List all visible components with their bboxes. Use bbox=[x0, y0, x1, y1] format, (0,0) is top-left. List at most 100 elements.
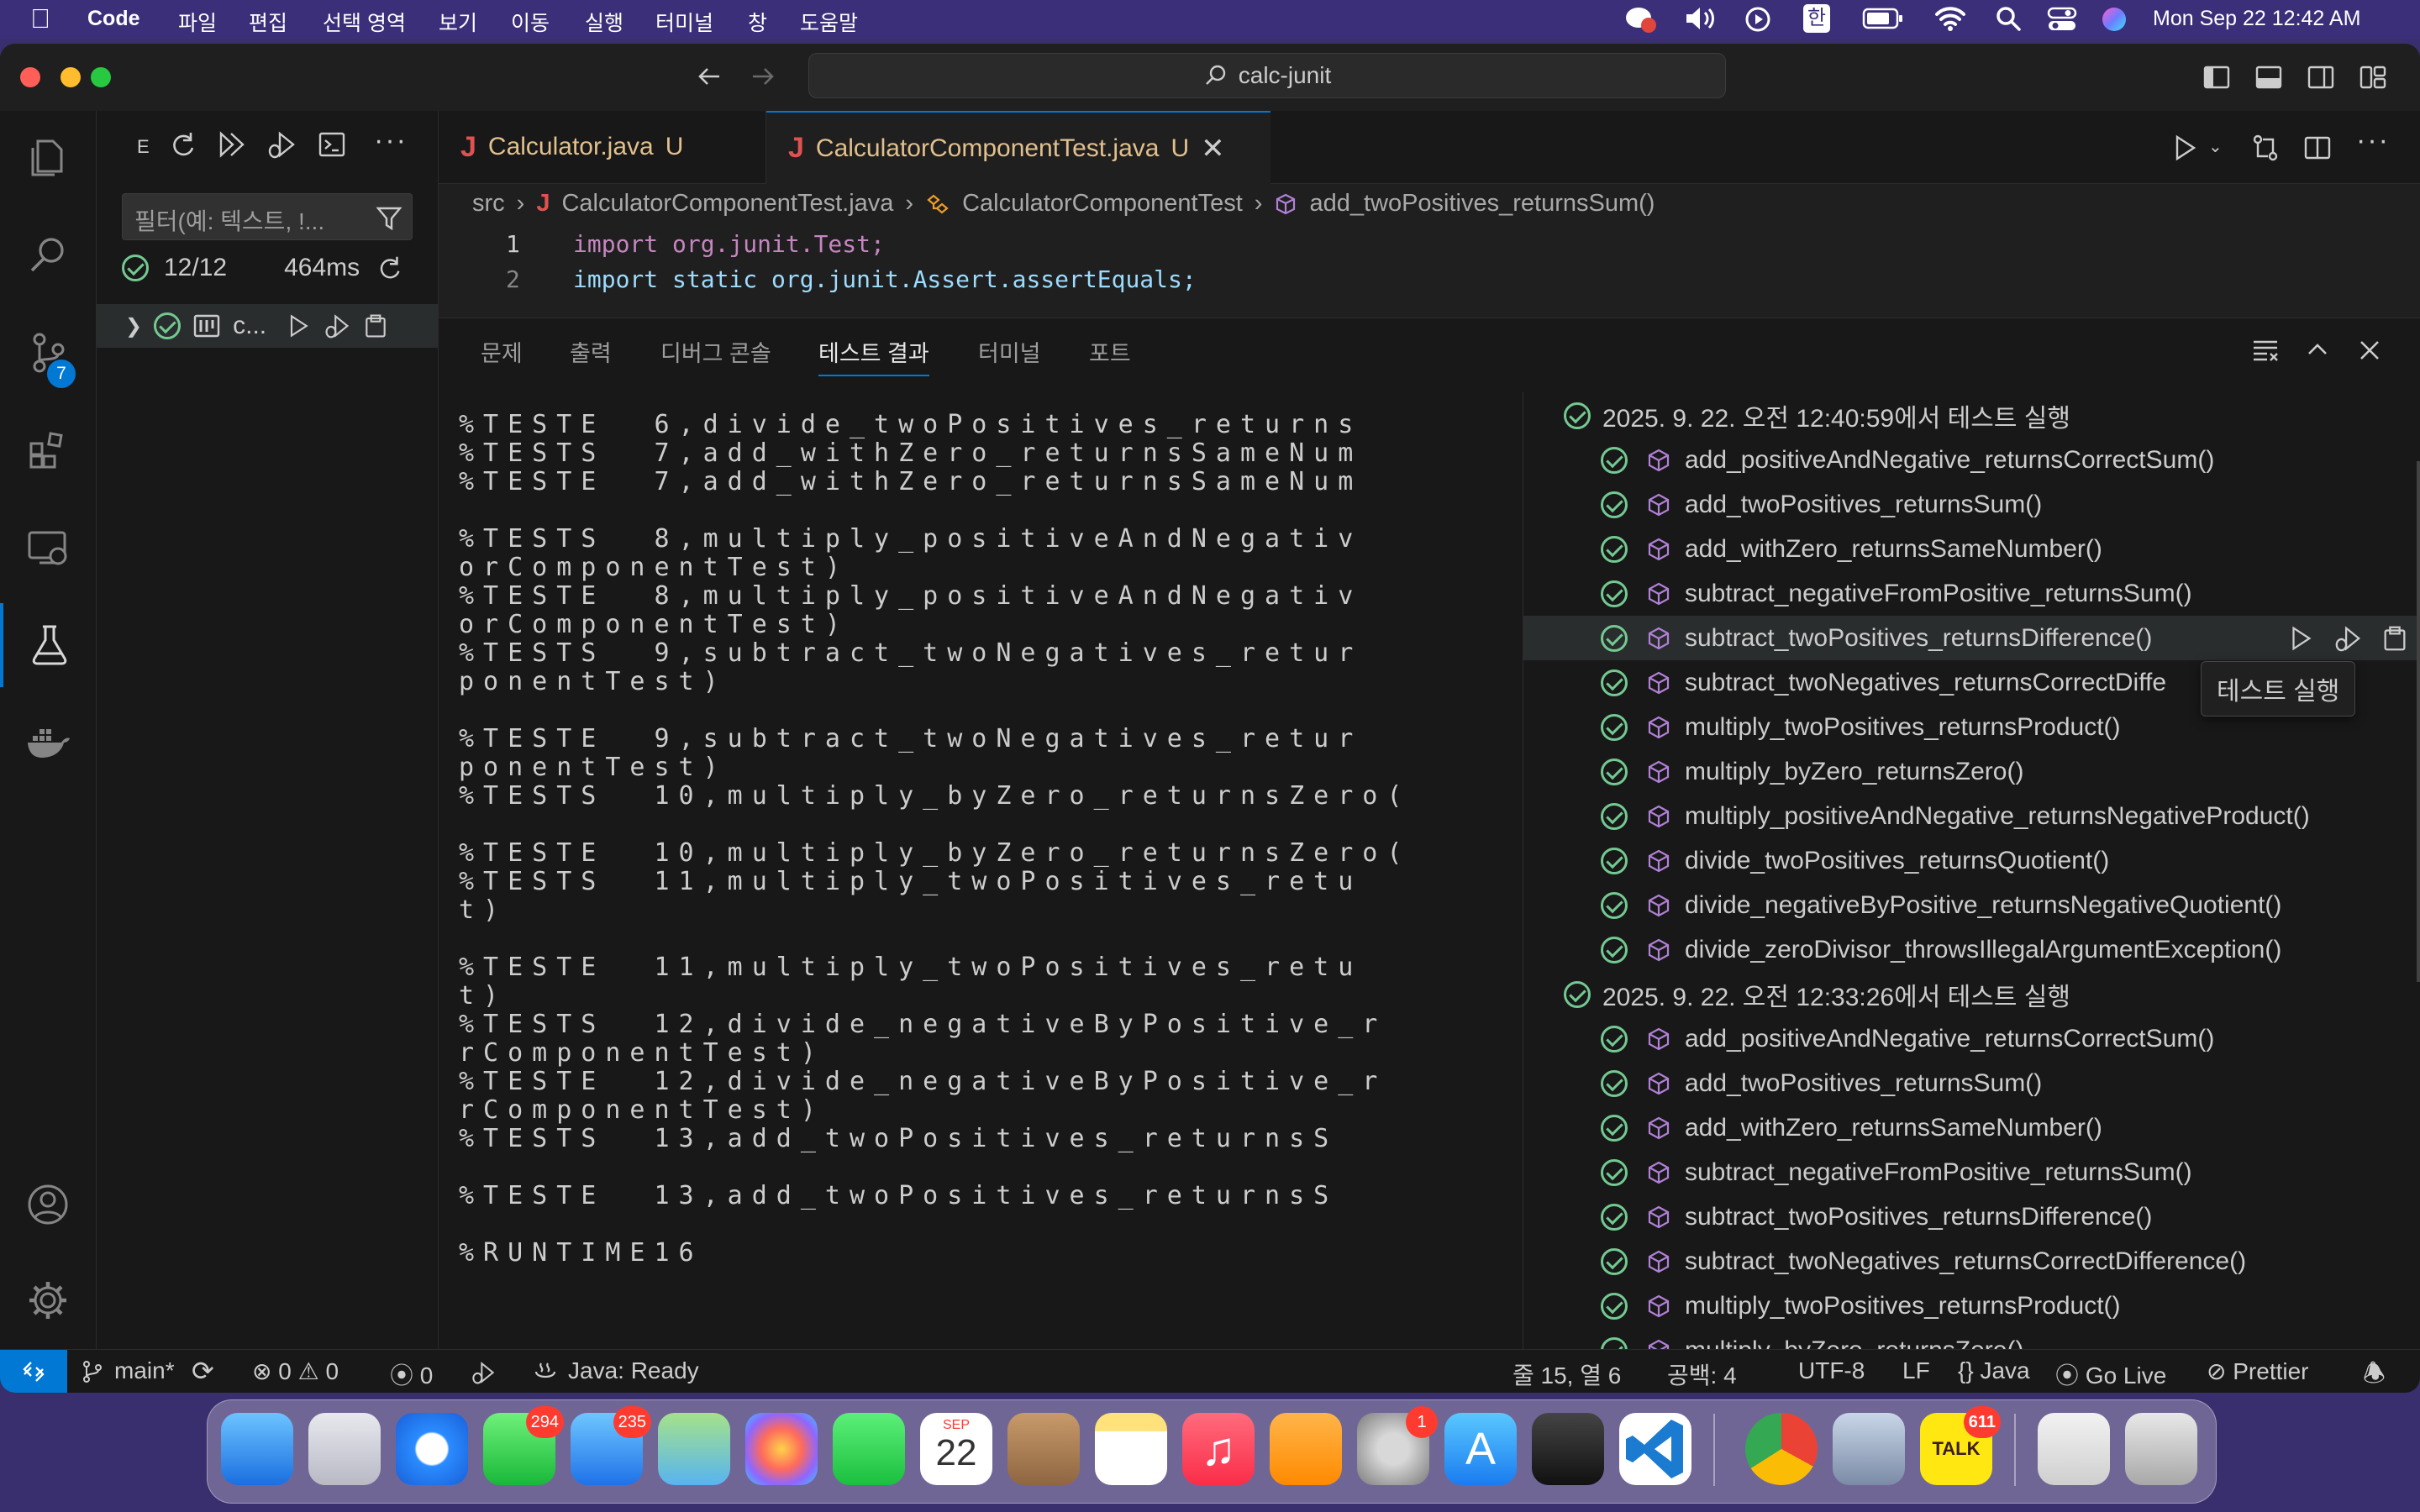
calendar-icon[interactable]: SEP 22 bbox=[920, 1413, 992, 1485]
battery-icon[interactable] bbox=[1862, 8, 1904, 35]
test-result-item[interactable]: subtract_twoPositives_returnsDifference(… bbox=[1523, 616, 2420, 660]
contacts-icon[interactable] bbox=[1007, 1413, 1080, 1485]
command-center[interactable]: calc-junit bbox=[808, 53, 1726, 98]
wifi-icon[interactable] bbox=[1934, 5, 1966, 38]
testing-icon[interactable] bbox=[0, 603, 96, 687]
apple-icon[interactable]:  bbox=[30, 3, 50, 34]
test-result-item[interactable]: add_withZero_returnsSameNumber() bbox=[1523, 1105, 2420, 1150]
panel-tab-problems[interactable]: 문제 bbox=[481, 335, 523, 368]
tab-calculator-component-test[interactable]: J CalculatorComponentTest.java U ✕ bbox=[766, 111, 1270, 184]
panel-tab-ports[interactable]: 포트 bbox=[1089, 335, 1131, 368]
test-result-item[interactable]: multiply_byZero_returnsZero() bbox=[1523, 749, 2420, 794]
breadcrumb-file[interactable]: CalculatorComponentTest.java bbox=[561, 190, 893, 218]
test-tree-item[interactable]: ❯ c... bbox=[97, 304, 438, 348]
problems-status[interactable]: ⊗ 0 ⚠ 0 bbox=[252, 1357, 339, 1385]
remote-indicator[interactable] bbox=[0, 1350, 67, 1393]
menu-terminal[interactable]: 터미널 bbox=[655, 7, 713, 37]
split-editor-icon[interactable] bbox=[2302, 133, 2333, 167]
compare-changes-icon[interactable] bbox=[2250, 133, 2281, 167]
vscode-dock-icon[interactable] bbox=[1619, 1413, 1691, 1485]
test-result-item[interactable]: divide_twoPositives_returnsQuotient() bbox=[1523, 838, 2420, 883]
menu-selection[interactable]: 선택 영역 bbox=[323, 7, 406, 37]
toggle-panel-icon[interactable] bbox=[2254, 62, 2284, 97]
siri-icon[interactable] bbox=[2101, 6, 2128, 39]
test-result-item[interactable]: multiply_positiveAndNegative_returnsNega… bbox=[1523, 794, 2420, 838]
branch-name[interactable]: main* bbox=[114, 1357, 175, 1384]
debug-test-icon[interactable] bbox=[324, 312, 350, 339]
test-result-item[interactable]: subtract_twoPositives_returnsDifference(… bbox=[1523, 1194, 2420, 1239]
test-result-item[interactable]: divide_negativeByPositive_returnsNegativ… bbox=[1523, 883, 2420, 927]
run-test-icon[interactable] bbox=[285, 312, 312, 339]
cursor-position[interactable]: 줄 15, 열 6 bbox=[1512, 1357, 1621, 1391]
safari-icon[interactable] bbox=[396, 1413, 468, 1485]
filter-funnel-icon[interactable] bbox=[375, 203, 403, 232]
breadcrumb-method[interactable]: add_twoPositives_returnsSum() bbox=[1309, 190, 1655, 218]
test-run-header[interactable]: 2025. 9. 22. 오전 12:33:26에서 테스트 실행 bbox=[1523, 972, 2420, 1016]
tab-calculator-java[interactable]: J Calculator.java U bbox=[439, 111, 766, 183]
clear-list-icon[interactable] bbox=[2250, 335, 2281, 370]
back-arrow-icon[interactable] bbox=[694, 61, 724, 96]
end-of-line[interactable]: LF bbox=[1902, 1357, 1930, 1384]
panel-tab-test-results[interactable]: 테스트 결과 bbox=[818, 335, 929, 376]
media-play-icon[interactable] bbox=[1744, 6, 1771, 39]
chevron-right-icon[interactable]: ❯ bbox=[125, 314, 142, 339]
language-mode[interactable]: {} Java bbox=[1958, 1357, 2030, 1384]
mail-icon[interactable]: 235 bbox=[571, 1406, 651, 1485]
messages-icon[interactable]: 294 bbox=[483, 1406, 564, 1485]
docker-icon[interactable] bbox=[0, 701, 96, 785]
facetime-icon[interactable] bbox=[833, 1413, 905, 1485]
breadcrumb-class[interactable]: CalculatorComponentTest bbox=[962, 190, 1243, 218]
launchpad-icon[interactable] bbox=[308, 1413, 381, 1485]
maps-icon[interactable] bbox=[658, 1413, 730, 1485]
minimize-window-button[interactable] bbox=[60, 67, 81, 87]
test-filter-input[interactable]: 필터(예: 텍스트, !... bbox=[122, 193, 413, 240]
menu-file[interactable]: 파일 bbox=[178, 7, 217, 37]
toggle-primary-sidebar-icon[interactable] bbox=[2202, 62, 2232, 97]
breadcrumb-folder[interactable]: src bbox=[472, 190, 505, 218]
notes-icon[interactable] bbox=[1095, 1413, 1167, 1485]
menu-help[interactable]: 도움말 bbox=[800, 7, 858, 37]
test-result-item[interactable]: subtract_twoNegatives_returnsCorrectDiff… bbox=[1523, 1239, 2420, 1284]
spotlight-search-icon[interactable] bbox=[1995, 5, 2022, 38]
go-to-test-icon[interactable] bbox=[2381, 624, 2409, 653]
panel-tab-terminal[interactable]: 터미널 bbox=[978, 335, 1041, 368]
go-live[interactable]: ⦿ Go Live bbox=[2055, 1357, 2166, 1391]
control-center-icon[interactable] bbox=[2047, 6, 2077, 39]
menu-go[interactable]: 이동 bbox=[511, 7, 550, 37]
refresh-tests-icon[interactable] bbox=[167, 129, 197, 164]
pages-icon[interactable] bbox=[1270, 1413, 1342, 1485]
test-result-item[interactable]: subtract_negativeFromPositive_returnsSum… bbox=[1523, 1150, 2420, 1194]
customize-layout-icon[interactable] bbox=[2358, 62, 2388, 97]
test-result-item[interactable]: add_twoPositives_returnsSum() bbox=[1523, 1061, 2420, 1105]
more-actions-icon[interactable]: ··· bbox=[374, 124, 408, 157]
notification-icon[interactable] bbox=[1625, 5, 1657, 39]
test-result-item[interactable]: add_twoPositives_returnsSum() bbox=[1523, 482, 2420, 527]
system-settings-icon[interactable]: 1 bbox=[1357, 1406, 1438, 1485]
debug-icon[interactable] bbox=[471, 1360, 496, 1385]
finder-icon[interactable] bbox=[221, 1413, 293, 1485]
maximize-panel-icon[interactable] bbox=[2302, 335, 2333, 370]
test-result-item[interactable]: multiply_byZero_returnsZero() bbox=[1523, 1328, 2420, 1350]
test-result-item[interactable]: multiply_twoPositives_returnsProduct() bbox=[1523, 1284, 2420, 1328]
close-tab-icon[interactable]: ✕ bbox=[1201, 132, 1225, 165]
final-cut-icon[interactable] bbox=[1532, 1413, 1604, 1485]
menu-view[interactable]: 보기 bbox=[439, 7, 477, 37]
menu-window[interactable]: 창 bbox=[748, 7, 767, 37]
explorer-icon[interactable] bbox=[0, 116, 96, 200]
results-scrollbar[interactable] bbox=[2417, 461, 2420, 982]
panel-tab-output[interactable]: 출력 bbox=[570, 335, 612, 368]
prettier[interactable]: ⊘ Prettier bbox=[2207, 1357, 2309, 1385]
rerun-icon[interactable] bbox=[375, 254, 403, 282]
chrome-icon[interactable] bbox=[1745, 1413, 1818, 1485]
panel-tab-debug-console[interactable]: 디버그 콘솔 bbox=[660, 335, 771, 368]
test-result-item[interactable]: add_positiveAndNegative_returnsCorrectSu… bbox=[1523, 1016, 2420, 1061]
test-result-item[interactable]: add_positiveAndNegative_returnsCorrectSu… bbox=[1523, 438, 2420, 482]
close-window-button[interactable] bbox=[20, 67, 40, 87]
indentation[interactable]: 공백: 4 bbox=[1667, 1357, 1737, 1391]
trash-icon[interactable] bbox=[2125, 1413, 2197, 1485]
menu-app-name[interactable]: Code bbox=[87, 7, 140, 31]
test-run-header[interactable]: 2025. 9. 22. 오전 12:40:59에서 테스트 실행 bbox=[1523, 393, 2420, 438]
run-java-icon[interactable] bbox=[2170, 133, 2200, 167]
encoding[interactable]: UTF-8 bbox=[1798, 1357, 1865, 1384]
show-output-icon[interactable] bbox=[317, 129, 347, 164]
